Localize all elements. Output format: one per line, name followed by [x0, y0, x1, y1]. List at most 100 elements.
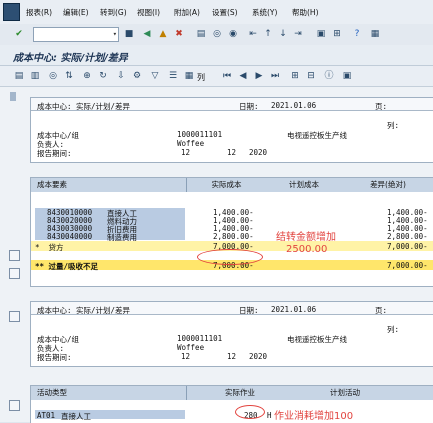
create-session-icon[interactable]: ▣: [316, 29, 326, 39]
detail-icon[interactable]: [9, 250, 20, 261]
highlight-ellipse: [197, 249, 263, 265]
collapse-icon[interactable]: ⊟: [306, 71, 316, 81]
print-icon[interactable]: ▤: [196, 29, 206, 39]
exit-icon[interactable]: ▲: [158, 29, 168, 39]
annotation-transfer-increase: 结转金额增加: [276, 232, 336, 243]
menu-system[interactable]: 系统(Y): [252, 7, 277, 18]
find-icon[interactable]: ◎: [48, 71, 58, 81]
export-icon[interactable]: ⇩: [116, 71, 126, 81]
col-actual-cost[interactable]: 实际成本: [187, 178, 267, 192]
back-icon[interactable]: ◀: [142, 29, 152, 39]
standard-toolbar: ✔ ▾ ■ ◀ ▲ ✖ ▤ ◎ ◉ ⇤ ↑ ↓ ⇥ ▣ ⊞ ? ▦: [0, 24, 433, 46]
detail-icon[interactable]: [9, 268, 20, 279]
activity-name: 直接人工: [61, 412, 91, 421]
responsible-value: Woffee: [177, 139, 205, 148]
prev-page-icon[interactable]: ↑: [263, 29, 273, 39]
total-variance: 7,000.00-: [387, 261, 428, 270]
print-report-icon[interactable]: ▤: [14, 71, 24, 81]
chevron-down-icon[interactable]: ▾: [113, 28, 117, 41]
credit-variance: 7,000.00-: [387, 242, 428, 251]
date-value: 2021.01.06: [271, 101, 317, 110]
col-actual-activity[interactable]: 实际作业: [187, 386, 294, 400]
col-cost-element[interactable]: 成本要素: [31, 178, 187, 192]
period-label: 报告期间:: [37, 353, 72, 362]
command-field[interactable]: ▾: [33, 27, 119, 42]
row-variance: 2,800.00-: [387, 232, 428, 241]
period-to: 12: [227, 148, 237, 157]
cost-center-value: 1000011101: [177, 130, 223, 139]
refresh-icon[interactable]: ↻: [98, 71, 108, 81]
period-from: 12: [181, 352, 191, 361]
layout-icon[interactable]: ▦: [370, 29, 380, 39]
title-bar: 成本中心: 实际/计划/差异: [0, 45, 433, 66]
filter-icon[interactable]: ▽: [150, 71, 160, 81]
column-button-label[interactable]: 列: [197, 72, 205, 83]
list-icon[interactable]: ☰: [168, 71, 178, 81]
first-page-icon[interactable]: ⇤: [248, 29, 258, 39]
column-label: 列:: [387, 121, 400, 130]
detail-icon[interactable]: [9, 400, 20, 411]
menu-bar: 报表(R) 编辑(E) 转到(G) 视图(I) 附加(A) 设置(S) 系统(Y…: [0, 0, 433, 25]
col-extra: [397, 386, 433, 400]
help-icon[interactable]: ?: [352, 29, 362, 39]
expand-icon[interactable]: ⊞: [290, 71, 300, 81]
column-label: 列:: [387, 325, 400, 334]
sort-icon[interactable]: ⇅: [64, 71, 74, 81]
settings-icon[interactable]: ⚙: [132, 71, 142, 81]
table-icon[interactable]: ▦: [184, 71, 194, 81]
date-label: 日期:: [239, 102, 259, 111]
menu-edit[interactable]: 编辑(E): [63, 7, 89, 18]
responsible-value: Woffee: [177, 343, 205, 352]
detail-icon[interactable]: [9, 311, 20, 322]
check-icon[interactable]: ✔: [14, 29, 24, 39]
cost-center-value: 1000011101: [177, 334, 223, 343]
info-icon[interactable]: ⓘ: [324, 71, 334, 81]
col-activity-type[interactable]: 活动类型: [31, 386, 187, 400]
date-label: 日期:: [239, 306, 259, 315]
annotation-transfer-amount: 2500.00: [286, 244, 328, 255]
cost-center-desc: 电视遥控板生产线: [287, 131, 347, 140]
menu-view[interactable]: 视图(I): [137, 7, 160, 18]
menu-report[interactable]: 报表(R): [26, 7, 52, 18]
find-icon[interactable]: ◎: [212, 29, 222, 39]
table-row: [35, 410, 185, 419]
prev-column-icon[interactable]: ◀: [238, 71, 248, 81]
page-label: 页:: [375, 102, 388, 111]
navigation-marker: [10, 92, 16, 101]
shortcut-icon[interactable]: ⊞: [332, 29, 342, 39]
report-title: 成本中心: 实际/计划/差异: [37, 102, 131, 111]
cost-center-desc: 电视遥控板生产线: [287, 335, 347, 344]
col-plan-activity[interactable]: 计划活动: [293, 386, 398, 400]
last-page-icon[interactable]: ⇥: [293, 29, 303, 39]
period-to: 12: [227, 352, 237, 361]
menu-help[interactable]: 帮助(H): [292, 7, 319, 18]
credit-label: * 贷方: [35, 243, 64, 252]
first-column-icon[interactable]: ⏮: [222, 71, 232, 81]
cancel-icon[interactable]: ✖: [174, 29, 184, 39]
cost-element-table: 成本要素 实际成本 计划成本 差异(绝对) 8430010000 直接人工 1,…: [30, 177, 433, 287]
col-plan-cost[interactable]: 计划成本: [266, 178, 343, 192]
total-label: ** 过量/吸收不足: [35, 262, 99, 271]
menu-extras[interactable]: 附加(A): [174, 7, 200, 18]
activity-code[interactable]: AT01: [37, 411, 55, 420]
menu-settings[interactable]: 设置(S): [212, 7, 238, 18]
find-next-icon[interactable]: ◉: [228, 29, 238, 39]
page-label: 页:: [375, 306, 388, 315]
save-icon[interactable]: ■: [124, 29, 134, 39]
row-code[interactable]: 8430040000: [47, 232, 92, 241]
graphics-icon[interactable]: ▥: [30, 71, 40, 81]
next-column-icon[interactable]: ▶: [254, 71, 264, 81]
fiscal-year: 2020: [249, 352, 268, 361]
annotation-activity-increase: 作业消耗增加100: [274, 411, 354, 422]
last-column-icon[interactable]: ⏭: [270, 71, 280, 81]
zoom-icon[interactable]: ⊕: [82, 71, 92, 81]
report-title: 成本中心: 实际/计划/差异: [37, 306, 131, 315]
period-from: 12: [181, 148, 191, 157]
col-variance[interactable]: 差异(绝对): [342, 178, 433, 192]
menu-goto[interactable]: 转到(G): [100, 7, 127, 18]
next-page-icon[interactable]: ↓: [278, 29, 288, 39]
application-toolbar: ▤ ▥ ◎ ⇅ ⊕ ↻ ⇩ ⚙ ▽ ☰ ▦ 列 ⏮ ◀ ▶ ⏭ ⊞ ⊟ ⓘ ▣: [0, 66, 433, 87]
layout-icon[interactable]: ▣: [342, 71, 352, 81]
report-header-2: 成本中心: 实际/计划/差异 日期: 2021.01.06 页: 列: 成本中心…: [30, 301, 433, 367]
activity-table: 活动类型 实际作业 计划活动 AT01 直接人工 280 H: [30, 385, 433, 423]
